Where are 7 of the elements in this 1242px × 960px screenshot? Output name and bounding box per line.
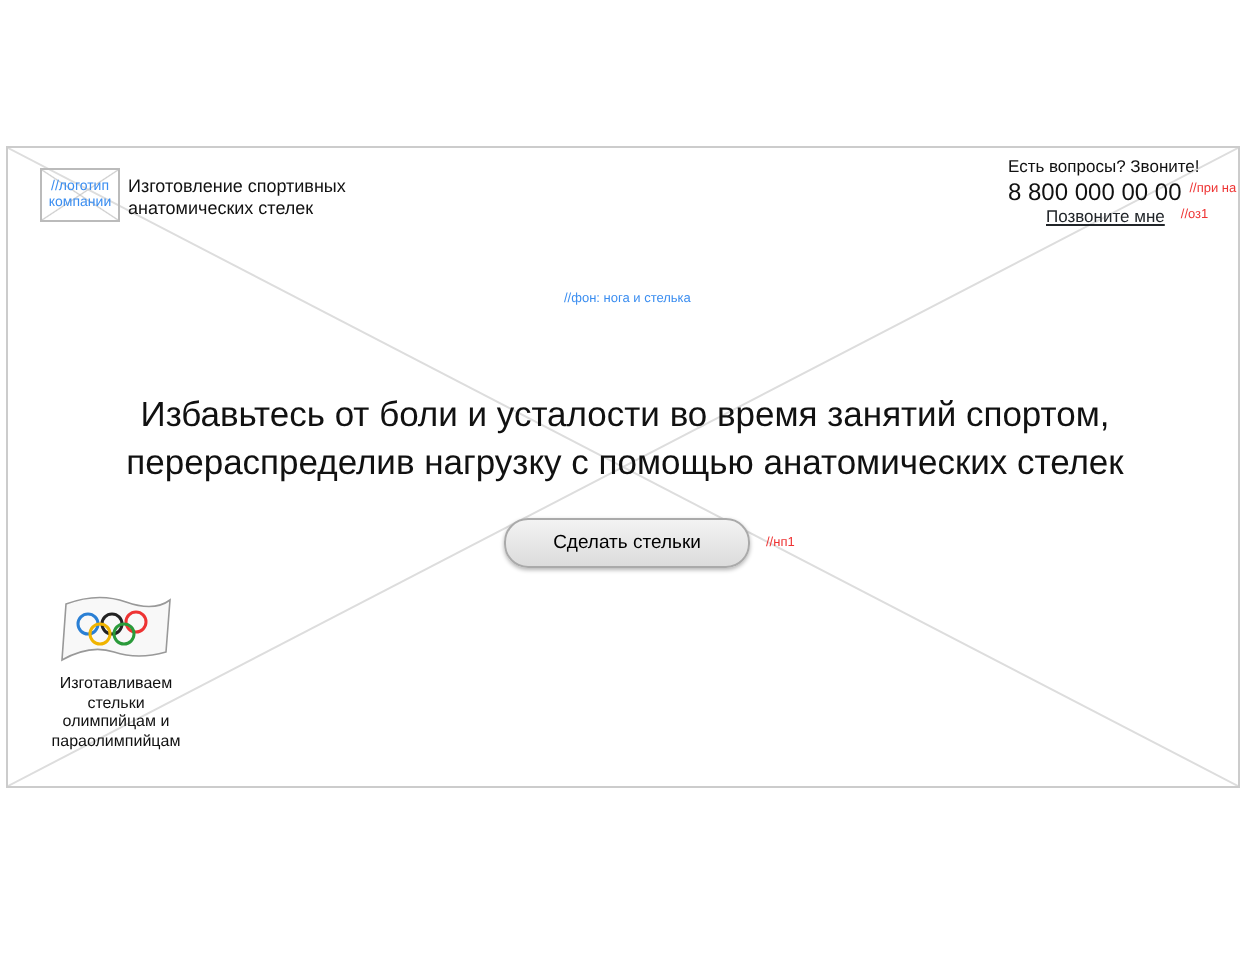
hero-headline: Избавьтесь от боли и усталости во время занятий спортом, перераспределив нагрузку с помощью анатомических стелек [124, 392, 1126, 487]
phone-number: 8 800 000 00 00 [1008, 179, 1182, 204]
olympic-caption: Изготавливаем стельки олимпийцам и параолимпийцам [49, 674, 183, 751]
company-tagline: Изготовление спортивных анатомических стелек [128, 176, 348, 221]
contact-question: Есть вопросы? Звоните! [1008, 154, 1196, 180]
make-insoles-button[interactable]: Сделать стельки [504, 518, 750, 569]
callback-link[interactable]: Позвоните мне [1046, 203, 1165, 229]
